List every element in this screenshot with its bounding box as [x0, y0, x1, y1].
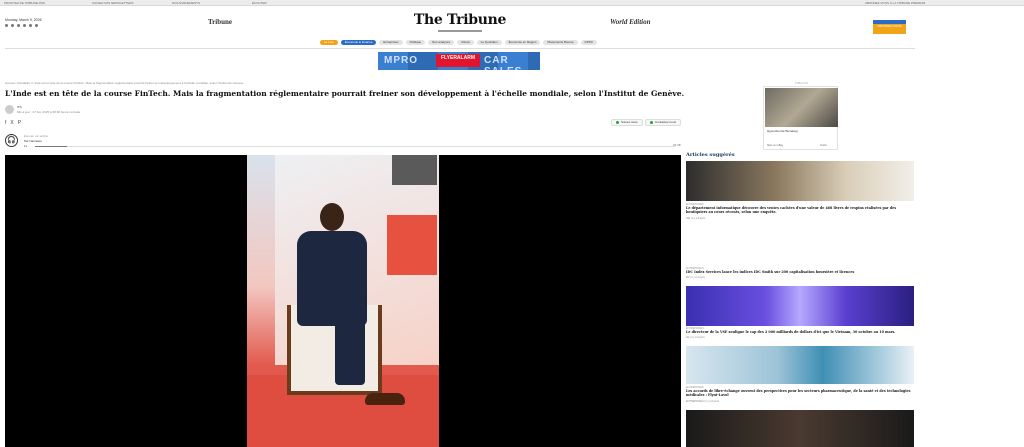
article-author[interactable]: ITS: [17, 105, 22, 109]
ad-banner-left-text: MPRO: [384, 55, 418, 66]
suggested-card-1-image[interactable]: [686, 161, 914, 201]
subscribe-button[interactable]: ABONNEZ-VOUS: [873, 20, 906, 34]
suggested-card-3-meta: AE | il y a 6 jours: [686, 336, 705, 339]
audio-duration: 01:48: [673, 143, 681, 147]
sidebar-ad-caption: Hyperchemie Bonebag: [767, 129, 798, 133]
topbar-link-pro[interactable]: PROFITEZ DE TRIBUNE PRO: [4, 1, 45, 5]
article-hero-image[interactable]: [5, 155, 681, 447]
header-divider: [5, 48, 915, 49]
x-icon[interactable]: [11, 24, 14, 27]
nav-item-live[interactable]: Le Live: [320, 40, 338, 45]
nav-item-climate[interactable]: Climat: [457, 40, 474, 45]
nav-item-opinion[interactable]: OPINI: [580, 40, 597, 45]
ad-banner-brand: FLYERALARM: [436, 54, 480, 67]
suggested-card-1-meta: IAE | il y a 6 jours: [686, 217, 706, 220]
instagram-icon[interactable]: [17, 24, 20, 27]
suggested-card-4-meta: ENTREPRISES | il y a 6 jours: [686, 400, 720, 403]
sidebar-ad-open-button[interactable]: Ouvrir: [820, 144, 827, 147]
x-share-icon[interactable]: X: [10, 120, 13, 126]
suggested-card-1-title[interactable]: Le département informatique découvre des…: [686, 206, 911, 214]
speaker-body: [297, 231, 367, 326]
topbar-link-events[interactable]: NOS ÉVÉNEMENTS: [172, 1, 200, 5]
nav-item-markets[interactable]: Placements Bourse: [543, 40, 578, 45]
listen-label: Écouter cet article: [24, 134, 49, 138]
nav-item-companies[interactable]: Entreprises: [379, 40, 403, 45]
whatsapp-icon: [650, 120, 653, 124]
suggested-card-4-image[interactable]: [686, 346, 914, 384]
ad-banner[interactable]: MPRO FLYERALARM CAR SALES: [378, 52, 540, 70]
ad-banner-right-text: CAR SALES: [484, 55, 521, 70]
linkedin-icon[interactable]: [23, 24, 26, 27]
facebook-share-icon[interactable]: f: [5, 120, 6, 126]
sidebar-ad-image: [765, 88, 838, 127]
speaker-shoe: [365, 393, 405, 405]
whatsapp-icon: [616, 120, 619, 124]
header-date: Monday, March 9, 2026: [5, 18, 42, 22]
main-navigation: Le Live Économie & Finance Entreprises P…: [320, 40, 597, 45]
topbar-link-listen[interactable]: ÉCOUTER: [252, 1, 267, 5]
nav-item-regions[interactable]: Économie en Région: [504, 40, 541, 45]
audio-progress-bar[interactable]: [35, 146, 675, 147]
backdrop-portrait-top: [392, 155, 437, 185]
article-updated: Mis à jour : 27 Fév 2025 à 08:00 heure n…: [17, 110, 81, 114]
nav-item-politics[interactable]: Politique: [405, 40, 426, 45]
contact-button[interactable]: Contactez-nous: [645, 119, 682, 126]
share-icons: f X P: [5, 120, 21, 126]
topbar-link-subscribe[interactable]: ABONNEZ-VOUS À LA TRIBUNE PREMIUM: [865, 1, 925, 5]
logo-tagline: [438, 30, 482, 32]
headphones-icon[interactable]: 🎧: [5, 134, 18, 147]
suggested-card-5-image[interactable]: [686, 410, 914, 447]
listen-voice: Par Narrateur: [24, 139, 43, 143]
contact-button-label: Contactez-nous: [655, 120, 677, 124]
youtube-icon[interactable]: [29, 24, 32, 27]
sidebar-ad[interactable]: PUBLICITÉ Hyperchemie Bonebag Sites sur …: [763, 82, 838, 150]
speaker-legs: [335, 320, 365, 385]
nav-item-daily[interactable]: Le Quotidien: [476, 40, 502, 45]
nav-item-economy[interactable]: Économie & Finance: [340, 40, 377, 45]
nav-item-analyses[interactable]: Nos analyses: [428, 40, 455, 45]
author-avatar: [5, 105, 14, 114]
audio-progress-fill: [35, 146, 67, 147]
sidebar-ad-label: PUBLICITÉ: [795, 82, 808, 85]
suggested-card-3-title[interactable]: Le directeur de la VSE souligne le cap d…: [686, 330, 911, 334]
pinterest-share-icon[interactable]: P: [18, 120, 21, 126]
hero-photo: [247, 155, 439, 447]
rss-icon[interactable]: [35, 24, 38, 27]
follow-button-label: Suivez-nous: [621, 120, 638, 124]
speaker-head: [320, 203, 344, 231]
follow-button[interactable]: Suivez-nous: [611, 119, 643, 126]
suggested-card-3-image[interactable]: [686, 286, 914, 326]
backdrop-portrait: [387, 215, 437, 275]
suggested-card-2-meta: PR | il y a 2 jours: [686, 276, 705, 279]
suggested-articles-title: Articles suggérés: [686, 152, 735, 158]
article-headline: L'Inde est en tête de la course FinTech.…: [5, 89, 685, 98]
partner-paper-left[interactable]: Tribune: [208, 18, 232, 26]
partner-paper-right[interactable]: World Edition: [610, 18, 651, 26]
suggested-card-2-title[interactable]: IDC Index Services lance les indices IDC…: [686, 270, 911, 274]
sidebar-ad-source[interactable]: Sites sur eBay: [767, 144, 783, 147]
site-logo[interactable]: The Tribune: [405, 12, 515, 28]
facebook-icon[interactable]: [5, 24, 8, 27]
playback-speed[interactable]: 1x: [24, 144, 27, 148]
header-social-icons: [5, 24, 38, 27]
topbar-link-newsletters[interactable]: SUIVEZ NOS NEWSLETTERS: [92, 1, 134, 5]
suggested-card-4-title[interactable]: Les accords de libre-échange ouvrent des…: [686, 389, 911, 397]
breadcrumb[interactable]: Accueil / Actualités / L'Inde est en têt…: [5, 81, 244, 85]
